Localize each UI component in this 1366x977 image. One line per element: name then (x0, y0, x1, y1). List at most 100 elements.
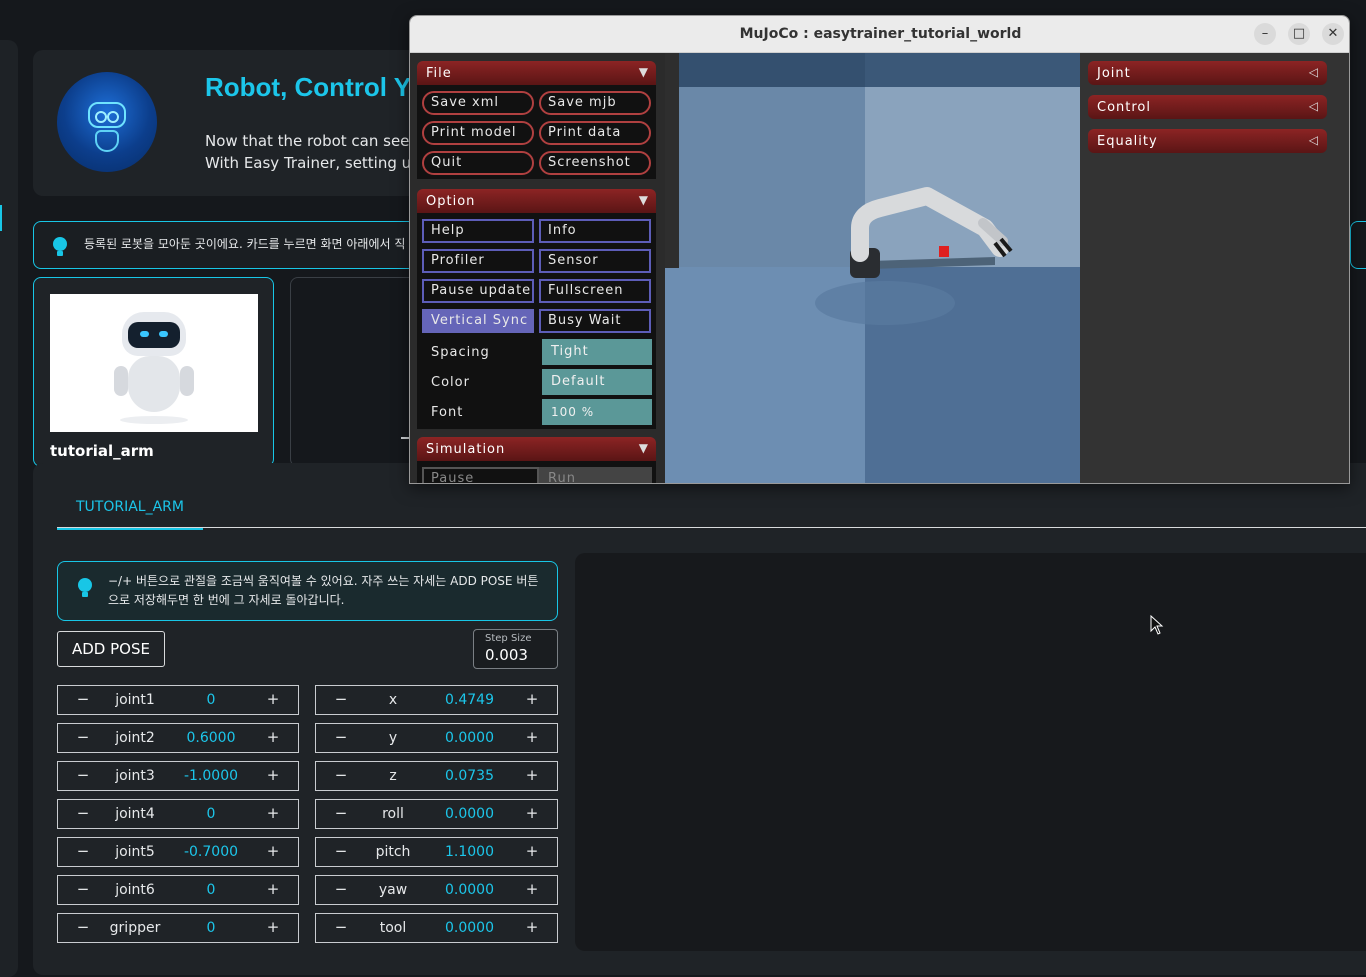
increment-button[interactable]: + (258, 724, 288, 752)
vertical-sync-toggle[interactable]: Vertical Sync (422, 309, 534, 333)
print-data-button[interactable]: Print data (539, 121, 651, 145)
simulation-section-title: Simulation (426, 442, 506, 457)
info-toggle[interactable]: Info (539, 219, 651, 243)
screenshot-button[interactable]: Screenshot (539, 151, 651, 175)
info-banner-text: 등록된 로봇을 모아둔 곳이에요. 카드를 누르면 화면 아래에서 직 (84, 237, 406, 251)
decrement-button[interactable]: − (326, 762, 356, 790)
joints-row: − gripper 0 + (57, 913, 299, 943)
simulation-viewport[interactable] (665, 53, 1080, 484)
joints-value[interactable]: 0 (172, 806, 250, 822)
joints-value[interactable]: 0 (172, 882, 250, 898)
cartesian-value[interactable]: 0.0000 (430, 806, 509, 822)
option-section-header[interactable]: Option ▼ (417, 189, 656, 213)
file-section-header[interactable]: File ▼ (417, 61, 656, 85)
decrement-button[interactable]: − (68, 800, 98, 828)
increment-button[interactable]: + (258, 762, 288, 790)
cartesian-name: yaw (378, 882, 408, 898)
quit-button[interactable]: Quit (422, 151, 534, 175)
decrement-button[interactable]: − (326, 724, 356, 752)
cartesian-value[interactable]: 0.0735 (430, 768, 509, 784)
robot-card[interactable]: tutorial_arm (33, 277, 274, 467)
mujoco-titlebar[interactable]: MuJoCo : easytrainer_tutorial_world – □ … (410, 16, 1349, 53)
add-robot-card[interactable] (290, 277, 420, 467)
profiler-toggle[interactable]: Profiler (422, 249, 534, 273)
decrement-button[interactable]: − (326, 838, 356, 866)
fullscreen-toggle[interactable]: Fullscreen (539, 279, 651, 303)
decrement-button[interactable]: − (326, 686, 356, 714)
close-icon[interactable]: ✕ (1322, 23, 1344, 45)
color-label: Color (431, 375, 470, 390)
option-section-body: Help Info Profiler Sensor Pause update F… (417, 213, 656, 429)
increment-button[interactable]: + (258, 838, 288, 866)
pause-update-toggle[interactable]: Pause update (422, 279, 534, 303)
decrement-button[interactable]: − (68, 876, 98, 904)
increment-button[interactable]: + (517, 762, 547, 790)
joints-value[interactable]: 0 (172, 920, 250, 936)
tab-tutorial-arm[interactable]: TUTORIAL_ARM (57, 497, 203, 530)
cartesian-row: − roll 0.0000 + (315, 799, 558, 829)
file-section-body: Save xml Save mjb Print model Print data… (417, 85, 656, 179)
run-radio[interactable]: Run (539, 467, 652, 483)
increment-button[interactable]: + (517, 914, 547, 942)
cartesian-value[interactable]: 0.0000 (430, 730, 509, 746)
decrement-button[interactable]: − (326, 914, 356, 942)
increment-button[interactable]: + (258, 800, 288, 828)
increment-button[interactable]: + (517, 876, 547, 904)
joints-row: − joint2 0.6000 + (57, 723, 299, 753)
cartesian-name: x (388, 692, 398, 708)
hero-line-2: With Easy Trainer, setting up (205, 154, 421, 172)
cartesian-row: − pitch 1.1000 + (315, 837, 558, 867)
joints-name: joint1 (115, 692, 155, 708)
maximize-icon[interactable]: □ (1288, 23, 1310, 45)
increment-button[interactable]: + (517, 838, 547, 866)
minimize-icon[interactable]: – (1254, 23, 1276, 45)
cartesian-value[interactable]: 0.4749 (430, 692, 509, 708)
help-toggle[interactable]: Help (422, 219, 534, 243)
increment-button[interactable]: + (517, 724, 547, 752)
cartesian-row: − yaw 0.0000 + (315, 875, 558, 905)
joints-value[interactable]: -1.0000 (172, 768, 250, 784)
simulation-section-body: Pause Run (417, 461, 656, 483)
cartesian-name: z (389, 768, 397, 784)
decrement-button[interactable]: − (68, 838, 98, 866)
busy-wait-toggle[interactable]: Busy Wait (539, 309, 651, 333)
cartesian-value[interactable]: 0.0000 (430, 882, 509, 898)
save-xml-button[interactable]: Save xml (422, 91, 534, 115)
decrement-button[interactable]: − (68, 762, 98, 790)
joints-value[interactable]: 0 (172, 692, 250, 708)
spacing-select[interactable]: Tight (542, 339, 652, 365)
increment-button[interactable]: + (258, 914, 288, 942)
mujoco-left-panel: File ▼ Save xml Save mjb Print model Pri… (410, 53, 665, 483)
mujoco-window-title: MuJoCo : easytrainer_tutorial_world (739, 26, 1022, 42)
expand-icon: ◁ (1308, 99, 1319, 113)
joints-value[interactable]: -0.7000 (172, 844, 250, 860)
increment-button[interactable]: + (517, 800, 547, 828)
joints-row: − joint6 0 + (57, 875, 299, 905)
cartesian-value[interactable]: 1.1000 (430, 844, 509, 860)
equality-section-header[interactable]: Equality ◁ (1088, 129, 1327, 153)
increment-button[interactable]: + (517, 686, 547, 714)
cartesian-name: roll (382, 806, 404, 822)
increment-button[interactable]: + (258, 686, 288, 714)
step-size-field[interactable]: Step Size 0.003 (473, 629, 558, 669)
decrement-button[interactable]: − (326, 876, 356, 904)
pause-radio[interactable]: Pause (422, 467, 539, 483)
decrement-button[interactable]: − (68, 686, 98, 714)
save-mjb-button[interactable]: Save mjb (539, 91, 651, 115)
step-size-value: 0.003 (485, 646, 528, 664)
simulation-section-header[interactable]: Simulation ▼ (417, 437, 656, 461)
decrement-button[interactable]: − (326, 800, 356, 828)
add-pose-button[interactable]: ADD POSE (57, 631, 165, 667)
joint-section-header[interactable]: Joint ◁ (1088, 61, 1327, 85)
joints-name: joint5 (115, 844, 155, 860)
print-model-button[interactable]: Print model (422, 121, 534, 145)
cartesian-value[interactable]: 0.0000 (430, 920, 509, 936)
color-select[interactable]: Default (542, 369, 652, 395)
decrement-button[interactable]: − (68, 914, 98, 942)
font-select[interactable]: 100 % (542, 399, 652, 425)
control-section-header[interactable]: Control ◁ (1088, 95, 1327, 119)
increment-button[interactable]: + (258, 876, 288, 904)
decrement-button[interactable]: − (68, 724, 98, 752)
sensor-toggle[interactable]: Sensor (539, 249, 651, 273)
joints-value[interactable]: 0.6000 (172, 730, 250, 746)
